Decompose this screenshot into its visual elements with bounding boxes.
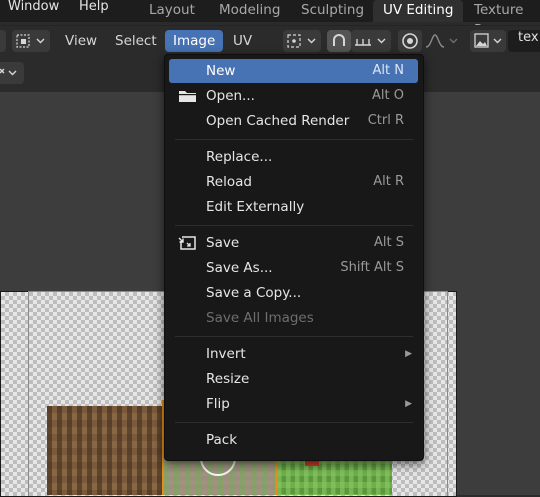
- menu-item-new[interactable]: New Alt N: [169, 59, 418, 83]
- menu-item-save-a-copy[interactable]: Save a Copy...: [169, 281, 418, 305]
- menu-item-save[interactable]: Save Alt S: [169, 231, 418, 255]
- falloff-curve-icon: [425, 34, 458, 48]
- image-name-field[interactable]: tex: [508, 30, 540, 52]
- submenu-arrow-icon: ▶: [405, 399, 412, 409]
- menu-item-shortcut: Alt N: [372, 63, 404, 78]
- tab-layout[interactable]: Layout: [149, 0, 195, 22]
- menu-item-open[interactable]: Open... Alt O: [169, 84, 418, 108]
- menu-item-label: Save: [206, 235, 240, 251]
- editor-header: View Select Image UV tex: [0, 25, 540, 56]
- falloff-selector[interactable]: [422, 30, 462, 52]
- menu-item-open-cached-render[interactable]: Open Cached Render Ctrl R: [169, 109, 418, 133]
- proportional-edit-icon: [402, 33, 418, 49]
- proportional-edit-toggle[interactable]: [398, 30, 422, 52]
- pivot-selector[interactable]: [283, 30, 321, 52]
- texture-dirt-tile: [47, 406, 163, 495]
- tab-sculpting[interactable]: Sculpting: [301, 0, 364, 22]
- menu-item-label: Reload: [206, 174, 252, 190]
- menu-item-shortcut: Shift Alt S: [340, 260, 404, 275]
- menu-item-replace[interactable]: Replace...: [169, 145, 418, 169]
- menu-separator: [175, 422, 413, 423]
- menu-item-shortcut: Ctrl R: [367, 113, 404, 128]
- menu-view[interactable]: View: [65, 30, 97, 52]
- tab-uv-editing[interactable]: UV Editing: [373, 0, 463, 22]
- menu-select[interactable]: Select: [115, 30, 157, 52]
- menu-window[interactable]: Window: [8, 0, 59, 15]
- menu-item-label: Save As...: [206, 260, 273, 276]
- menu-item-shortcut: Alt O: [372, 88, 404, 103]
- menu-item-edit-externally[interactable]: Edit Externally: [169, 195, 418, 219]
- image-browse-button[interactable]: [470, 30, 506, 52]
- menu-separator: [175, 139, 413, 140]
- menu-item-label: Pack: [206, 432, 238, 448]
- select-box-icon: [16, 34, 45, 48]
- snap-toggle[interactable]: [327, 30, 351, 52]
- close-dropdown[interactable]: [0, 62, 24, 84]
- menu-item-resize[interactable]: Resize: [169, 367, 418, 391]
- menu-item-save-all-images: Save All Images: [169, 306, 418, 330]
- tab-texture-paint[interactable]: Texture Pa: [474, 0, 540, 38]
- folder-icon: [179, 91, 196, 102]
- menu-item-label: Save a Copy...: [206, 285, 302, 301]
- menu-item-label: Edit Externally: [206, 199, 305, 215]
- top-bar: Window Help Layout Modeling Sculpting UV…: [0, 0, 540, 38]
- menu-separator: [175, 225, 413, 226]
- image-name-text: tex: [518, 30, 539, 45]
- submenu-arrow-icon: ▶: [405, 349, 412, 359]
- snap-target-selector[interactable]: [351, 30, 391, 52]
- menu-item-invert[interactable]: Invert ▶: [169, 342, 418, 366]
- menu-item-reload[interactable]: Reload Alt R: [169, 170, 418, 194]
- tab-modeling[interactable]: Modeling: [219, 0, 280, 22]
- menu-item-label: Open...: [206, 88, 255, 104]
- menu-item-shortcut: Alt R: [373, 174, 404, 189]
- menu-item-pack[interactable]: Pack: [169, 428, 418, 452]
- uv-edge: [275, 458, 277, 495]
- menu-item-label: Resize: [206, 371, 250, 387]
- menu-item-label: Open Cached Render: [206, 113, 350, 129]
- menu-item-shortcut: Alt S: [374, 235, 404, 250]
- menu-separator: [175, 336, 413, 337]
- editor-type-button[interactable]: [0, 30, 6, 52]
- x-chevron-icon: [0, 68, 17, 76]
- menu-item-save-as[interactable]: Save As... Shift Alt S: [169, 256, 418, 280]
- menu-item-label: New: [206, 63, 236, 79]
- texture-grass-tile: [277, 458, 392, 495]
- menu-help[interactable]: Help: [79, 0, 109, 15]
- snap-increment-icon: [355, 38, 386, 46]
- menu-image[interactable]: Image: [165, 30, 224, 52]
- menu-item-label: Replace...: [206, 149, 273, 165]
- menu-item-label: Flip: [206, 396, 230, 412]
- pivot-icon: [287, 34, 316, 48]
- menu-item-label: Invert: [206, 346, 246, 362]
- image-icon: [474, 33, 502, 48]
- save-icon: [178, 236, 196, 250]
- image-menu: New Alt N Open... Alt O Open Cached Rend…: [164, 54, 424, 461]
- magnet-icon: [333, 34, 345, 46]
- menu-uv[interactable]: UV: [233, 30, 252, 52]
- menu-item-label: Save All Images: [206, 310, 314, 326]
- menu-item-flip[interactable]: Flip ▶: [169, 392, 418, 416]
- mode-selector[interactable]: [12, 30, 50, 52]
